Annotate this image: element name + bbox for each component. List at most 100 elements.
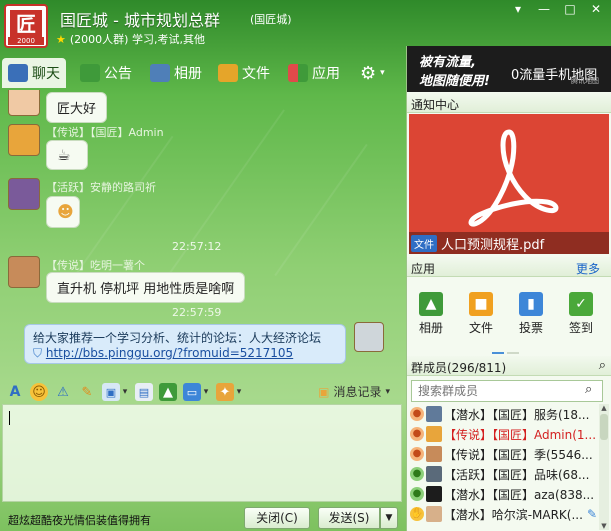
promo-link[interactable]: 超炫超酷夜光情侣装值得拥有 <box>8 512 151 528</box>
message-bubble: 匠大好 <box>46 92 108 123</box>
user-icon: ● <box>410 427 424 441</box>
tab-announcement[interactable]: 公告 <box>74 58 138 88</box>
skin-icon[interactable]: ▾ <box>507 2 529 18</box>
gift-icon[interactable]: ✦ <box>216 383 234 401</box>
tab-album[interactable]: 相册 <box>144 58 208 88</box>
timestamp: 22:57:59 <box>172 306 222 319</box>
avatar[interactable] <box>8 124 40 156</box>
announcement-icon <box>80 64 100 82</box>
app-files[interactable]: ■ 文件 <box>461 292 501 336</box>
more-apps-link[interactable]: 更多 <box>576 260 600 277</box>
chevron-down-icon[interactable]: ▾ <box>235 383 243 401</box>
group-title: 国匠城 - 城市规划总群 <box>60 11 220 30</box>
send-button[interactable]: 发送(S) <box>318 507 380 529</box>
settings-button[interactable]: ⚙ ▾ <box>354 58 391 88</box>
search-icon[interactable]: ⌕ <box>585 382 605 397</box>
edit-icon[interactable]: ✎ <box>587 507 597 521</box>
message-sender[interactable]: 【传说】【国匠】Admin <box>46 124 164 140</box>
my-message-bubble: 给大家推荐一个学习分析、统计的论坛：人大经济论坛 ⛉ http://bbs.pi… <box>24 324 346 364</box>
scroll-up-icon[interactable]: ▲ <box>599 404 609 412</box>
chevron-down-icon: ▾ <box>380 68 385 78</box>
message-bubble: ☕ <box>46 140 88 170</box>
file-tag: 文件 <box>411 234 437 252</box>
remote-icon[interactable]: ▭ <box>183 383 201 401</box>
font-icon[interactable]: A <box>6 383 24 401</box>
avatar <box>426 446 442 462</box>
history-icon: ▣ <box>318 384 330 399</box>
member-scrollbar[interactable]: ▲ ▼ <box>599 404 609 530</box>
close-button[interactable]: 关闭(C) <box>244 507 310 529</box>
apps-header: 应用 更多 <box>407 257 611 277</box>
group-tag: (国匠城) <box>250 13 292 26</box>
user-icon: ● <box>410 407 424 421</box>
input-toolbar: A ☺ ⚠ ✎ ▣ ▾ ▤ ▲ ▭ ▾ ✦ ▾ ▣ 消息记录 ▾ <box>0 380 404 404</box>
chevron-down-icon[interactable]: ▾ <box>121 383 129 401</box>
tab-chat[interactable]: 聊天 <box>2 58 66 88</box>
send-options-button[interactable]: ▼ <box>380 507 398 529</box>
file-icon[interactable]: ▤ <box>135 383 153 401</box>
message-bubble: ☻ <box>46 196 80 228</box>
list-item[interactable]: ● 【传说】【国匠】Admin(1... <box>407 424 597 444</box>
user-icon: ● <box>410 447 424 461</box>
list-item[interactable]: ✋ 【潜水】哈尔滨-MARK(... ✎ <box>407 504 597 524</box>
chat-icon <box>8 64 28 82</box>
star-icon: ★ <box>56 33 66 46</box>
list-item[interactable]: ● 【传说】【国匠】季(5546... <box>407 444 597 464</box>
chevron-down-icon: ▾ <box>385 386 390 397</box>
message-sender[interactable]: 【传说】吃明一薯个 <box>46 257 145 273</box>
title-bar: 匠 2000 国匠城 - 城市规划总群 (国匠城) ★ (2000人群) 学习,考… <box>0 0 611 52</box>
shake-icon[interactable]: ⚠ <box>54 383 72 401</box>
user-icon: ● <box>410 467 424 481</box>
album-icon: ▲ <box>419 292 443 316</box>
close-icon[interactable]: ✕ <box>585 2 607 18</box>
member-search-input[interactable] <box>411 380 603 402</box>
history-button[interactable]: ▣ 消息记录 ▾ <box>318 383 390 400</box>
search-icon[interactable]: ⌕ <box>599 358 606 373</box>
chart-icon: ▮ <box>519 292 543 316</box>
emoji-icon: ☻ <box>57 202 74 221</box>
text-caret <box>9 411 10 425</box>
message-sender[interactable]: 【活跃】安静的路司祈 <box>46 179 156 195</box>
user-icon: ● <box>410 487 424 501</box>
list-item[interactable]: ● 【潜水】【国匠】aza(838... <box>407 484 597 504</box>
avatar <box>425 506 442 522</box>
maximize-icon[interactable]: □ <box>559 2 581 18</box>
group-subtitle: ★ (2000人群) 学习,考试,其他 <box>56 33 205 46</box>
tab-apps[interactable]: 应用 <box>282 58 346 88</box>
avatar <box>426 426 442 442</box>
hand-icon: ✋ <box>410 507 424 521</box>
gear-icon: ⚙ <box>360 62 377 84</box>
minimize-icon[interactable]: — <box>533 2 555 18</box>
message-input[interactable] <box>2 404 402 502</box>
my-avatar[interactable] <box>354 322 384 352</box>
chevron-down-icon[interactable]: ▾ <box>202 383 210 401</box>
avatar[interactable] <box>8 178 40 210</box>
app-album[interactable]: ▲ 相册 <box>411 292 451 336</box>
shield-icon: ⛉ <box>33 346 43 360</box>
image-icon[interactable]: ▲ <box>159 383 177 401</box>
screenshot-icon[interactable]: ▣ <box>102 383 120 401</box>
message-link[interactable]: http://bbs.pinggu.org/?fromuid=5217105 <box>46 346 293 360</box>
chat-history[interactable]: 匠大好 【传说】【国匠】Admin ☕ 【活跃】安静的路司祈 ☻ 22:57:1… <box>0 90 404 378</box>
group-logo[interactable]: 匠 2000 <box>4 4 48 48</box>
message-bubble: 直升机 停机坪 用地性质是啥啊 <box>46 272 246 303</box>
list-item[interactable]: ● 【活跃】【国匠】品味(68... <box>407 464 597 484</box>
notice-file-caption[interactable]: 文件 人口预测规程.pdf <box>409 232 609 254</box>
app-checkin[interactable]: ✓ 签到 <box>561 292 601 336</box>
list-item[interactable]: ● 【潜水】【国匠】服务(18... <box>407 404 597 424</box>
member-list[interactable]: ● 【潜水】【国匠】服务(18... ● 【传说】【国匠】Admin(1... … <box>407 404 597 524</box>
tab-files[interactable]: 文件 <box>212 58 276 88</box>
avatar[interactable] <box>8 256 40 288</box>
scroll-down-icon[interactable]: ▼ <box>599 522 609 530</box>
right-panel: 被有流量, 地图随便用! 0流量手机地图 腾讯地图 通知中心 文件 人口预测规程… <box>406 46 611 531</box>
emoji-icon[interactable]: ☺ <box>30 383 48 401</box>
app-vote[interactable]: ▮ 投票 <box>511 292 551 336</box>
members-header: 群成员(296/811) ⌕ <box>407 356 611 376</box>
folder-icon <box>218 64 238 82</box>
doodle-icon[interactable]: ✎ <box>78 383 96 401</box>
avatar[interactable] <box>8 90 40 116</box>
scroll-thumb[interactable] <box>600 414 608 440</box>
apps-pager[interactable] <box>492 343 522 354</box>
bottom-bar: 超炫超酷夜光情侣装值得拥有 关闭(C) 发送(S) ▼ <box>0 504 404 531</box>
ad-banner[interactable]: 被有流量, 地图随便用! 0流量手机地图 腾讯地图 <box>407 46 611 92</box>
